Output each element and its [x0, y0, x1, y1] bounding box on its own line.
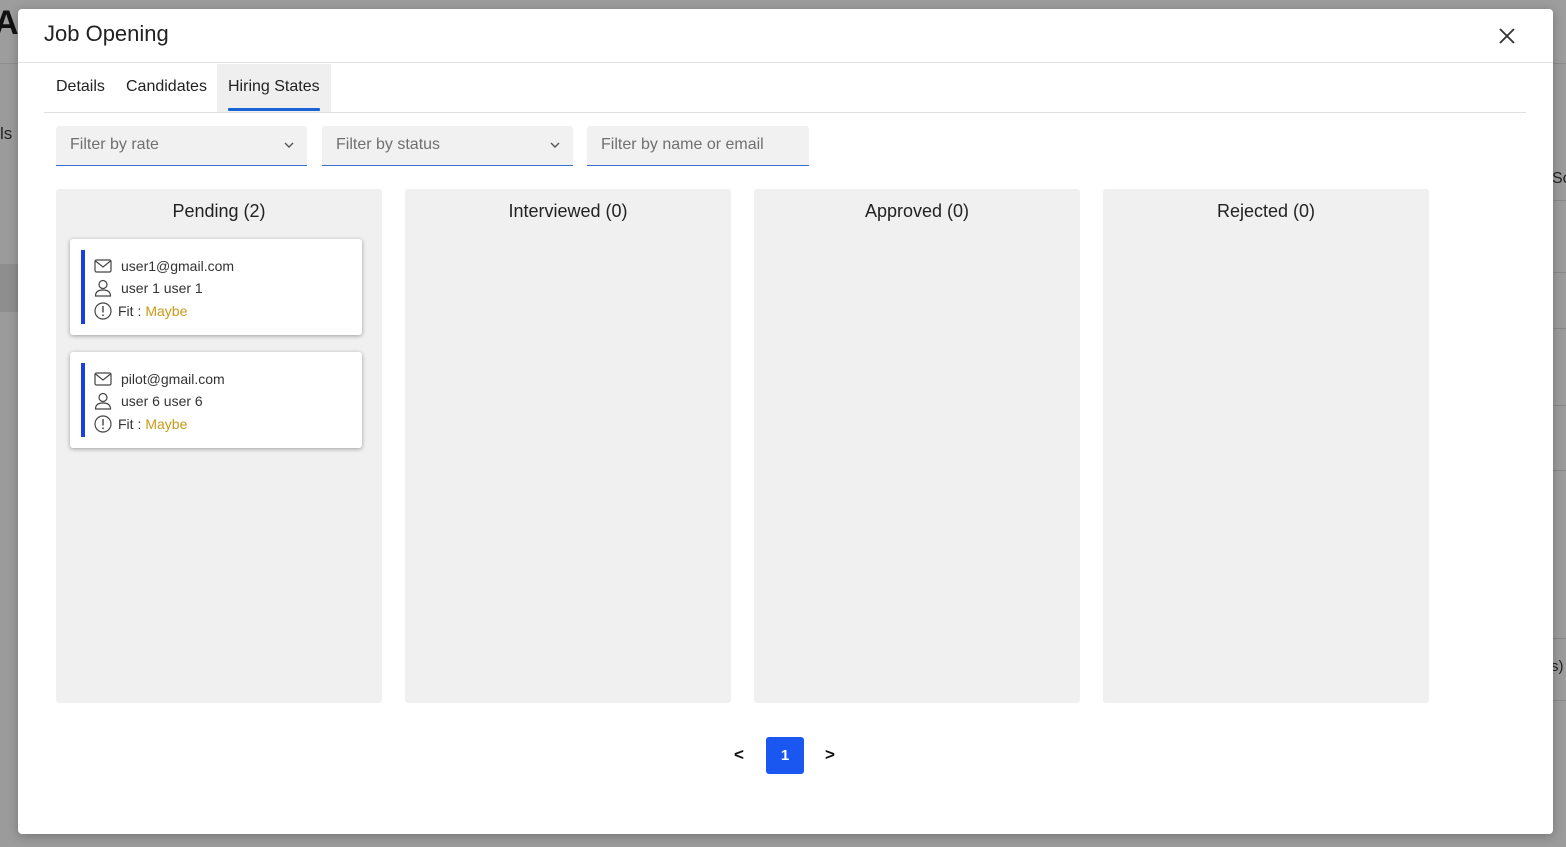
candidate-name: user 6 user 6 [121, 393, 203, 409]
search-placeholder: Filter by name or email [601, 136, 764, 153]
tab-candidates[interactable]: Candidates [115, 64, 218, 112]
background-divider [1553, 638, 1566, 639]
background-divider [1553, 470, 1566, 471]
mail-icon [94, 259, 112, 273]
modal-header: Job Opening [18, 9, 1553, 63]
tab-bar: Details Candidates Hiring States [44, 64, 1526, 113]
candidate-card[interactable]: pilot@gmail.com user 6 user 6 Fit : Mayb… [70, 352, 362, 448]
background-divider [1553, 200, 1566, 201]
background-divider [1553, 328, 1566, 329]
modal-title: Job Opening [44, 21, 169, 46]
fit-label: Fit : [118, 303, 142, 319]
filter-by-status-select[interactable]: Filter by status [322, 126, 573, 166]
column-title: Rejected (0) [1216, 201, 1316, 221]
chevron-down-icon [284, 142, 294, 148]
card-fit-row: Fit : Maybe [93, 301, 187, 321]
card-accent-bar [81, 363, 85, 437]
chevron-down-icon [550, 142, 560, 148]
tab-label: Hiring States [228, 78, 320, 95]
user-icon [94, 392, 112, 410]
info-circle-icon [94, 302, 112, 320]
column-title: Pending (2) [172, 201, 266, 221]
user-icon [94, 279, 112, 297]
info-circle-icon [94, 415, 112, 433]
column-title: Approved (0) [864, 201, 970, 221]
filter-by-rate-select[interactable]: Filter by rate [56, 126, 307, 166]
background-divider [1553, 405, 1566, 406]
card-name-row: user 6 user 6 [93, 391, 203, 411]
candidate-name: user 1 user 1 [121, 280, 203, 296]
background-side-block [0, 264, 18, 312]
column-title: Interviewed (0) [508, 201, 628, 221]
close-button[interactable] [1495, 24, 1519, 48]
tab-label: Candidates [126, 78, 207, 95]
pagination-page-1[interactable]: 1 [766, 737, 804, 774]
fit-value: Maybe [145, 303, 188, 319]
card-accent-bar [81, 250, 85, 324]
background-divider [1553, 700, 1566, 701]
job-opening-modal: Job Opening Details Candidates Hiring St… [18, 9, 1553, 834]
candidate-email: user1@gmail.com [121, 258, 235, 274]
column-pending: Pending (2) user1@gmail.com user 1 user … [56, 189, 382, 703]
pagination-prev-button[interactable]: < [734, 745, 744, 765]
tab-details[interactable]: Details [45, 64, 116, 112]
candidate-email: pilot@gmail.com [121, 371, 225, 387]
filter-rate-placeholder: Filter by rate [70, 136, 159, 153]
tab-label: Details [56, 78, 105, 95]
column-approved: Approved (0) [754, 189, 1080, 703]
card-name-row: user 1 user 1 [93, 278, 203, 298]
filter-status-placeholder: Filter by status [336, 136, 441, 153]
close-icon [1499, 28, 1515, 44]
background-right-text: Sc [1552, 170, 1566, 187]
active-tab-indicator [228, 108, 320, 111]
card-fit-row: Fit : Maybe [93, 414, 187, 434]
background-logo-letter: A [0, 4, 19, 42]
column-rejected: Rejected (0) [1103, 189, 1429, 703]
fit-value: Maybe [145, 416, 188, 432]
background-divider [1553, 272, 1566, 273]
card-email-row: user1@gmail.com [93, 256, 234, 276]
tab-hiring-states[interactable]: Hiring States [217, 64, 331, 112]
card-email-row: pilot@gmail.com [93, 369, 225, 389]
candidate-card[interactable]: user1@gmail.com user 1 user 1 Fit : Mayb… [70, 239, 362, 335]
column-interviewed: Interviewed (0) [405, 189, 731, 703]
filter-by-name-or-email-input[interactable]: Filter by name or email [587, 126, 809, 166]
mail-icon [94, 372, 112, 386]
pagination-next-button[interactable]: > [825, 745, 835, 765]
fit-label: Fit : [118, 416, 142, 432]
background-side-text: ls [0, 124, 13, 143]
